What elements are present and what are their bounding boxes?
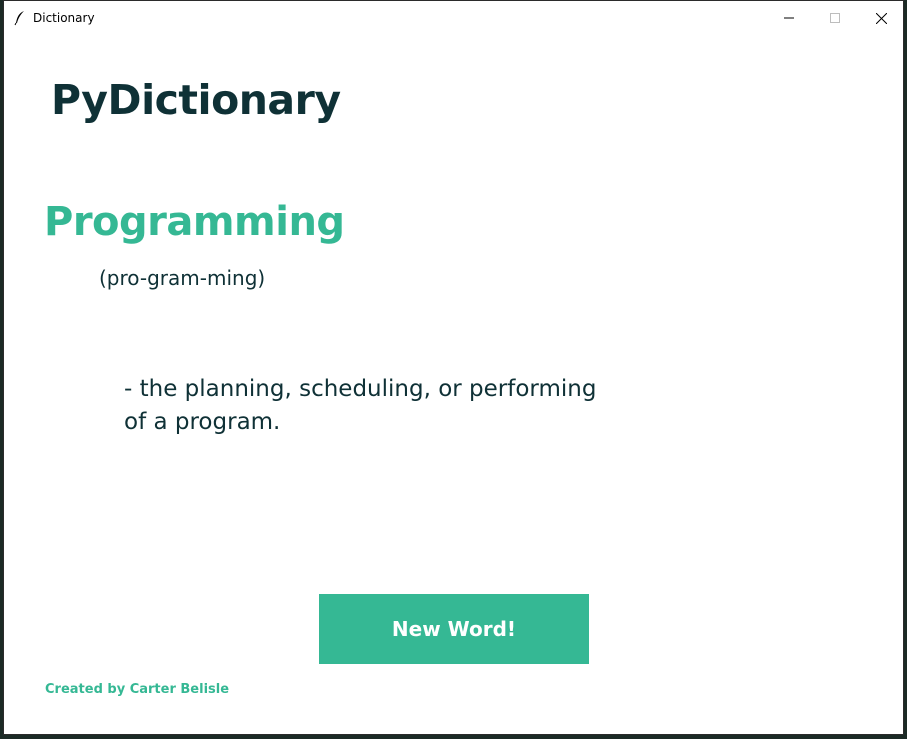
maximize-button[interactable] (812, 1, 858, 35)
app-title: PyDictionary (51, 76, 341, 124)
credit-text: Created by Carter Belisle (45, 682, 230, 697)
maximize-icon (830, 13, 840, 23)
minimize-icon (784, 13, 794, 23)
close-button[interactable] (858, 1, 904, 35)
title-bar[interactable]: Dictionary (4, 1, 903, 35)
window-title: Dictionary (33, 11, 95, 25)
close-icon (875, 12, 887, 24)
new-word-button[interactable]: New Word! (319, 594, 589, 664)
app-window: Dictionary PyDictionary Programming (pro… (3, 0, 904, 735)
feather-icon (13, 10, 27, 26)
word-pronunciation: (pro-gram-ming) (99, 266, 266, 290)
word-definition: - the planning, scheduling, or performin… (124, 376, 597, 435)
minimize-button[interactable] (766, 1, 812, 35)
word-heading: Programming (44, 199, 345, 245)
